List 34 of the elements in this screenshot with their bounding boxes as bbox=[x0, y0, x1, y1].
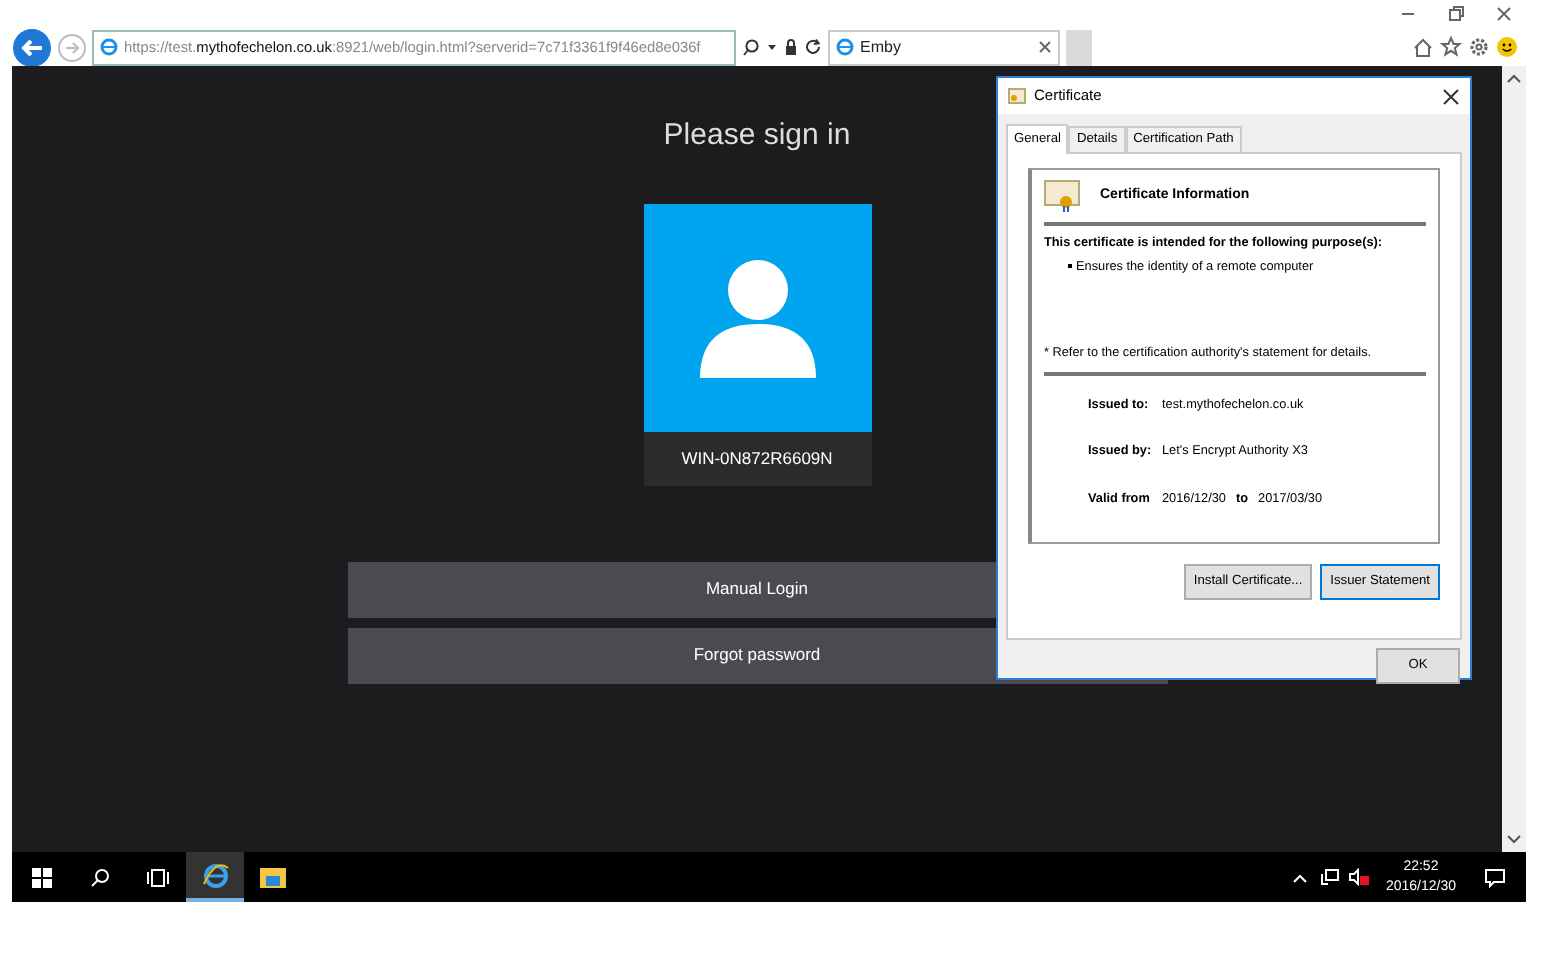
scroll-up-icon[interactable] bbox=[1506, 72, 1522, 84]
folder-icon[interactable] bbox=[260, 866, 286, 888]
home-icon[interactable] bbox=[1412, 36, 1434, 58]
close-icon[interactable] bbox=[1494, 4, 1514, 24]
page-title: Please sign in bbox=[663, 116, 851, 156]
user-silhouette-icon bbox=[699, 257, 815, 377]
chevron-up-icon[interactable] bbox=[1291, 871, 1308, 883]
browser-icon bbox=[836, 38, 854, 56]
certificate-icon bbox=[1008, 88, 1026, 104]
search-icon[interactable] bbox=[742, 38, 760, 56]
star-icon[interactable] bbox=[1440, 36, 1462, 58]
refresh-icon[interactable] bbox=[804, 38, 822, 56]
browser-tab[interactable]: Emby bbox=[828, 29, 1060, 65]
browser-icon bbox=[100, 38, 118, 56]
close-icon[interactable] bbox=[1442, 87, 1460, 105]
browser-icon[interactable] bbox=[201, 861, 229, 889]
lock-icon bbox=[784, 38, 798, 56]
restore-icon[interactable] bbox=[1446, 4, 1466, 24]
settings-icon[interactable] bbox=[1468, 36, 1490, 58]
scroll-down-icon[interactable] bbox=[1506, 834, 1522, 846]
tab-label[interactable]: Emby bbox=[860, 35, 1032, 59]
close-icon[interactable] bbox=[1038, 40, 1052, 54]
user-avatar[interactable] bbox=[643, 203, 871, 431]
search-icon[interactable] bbox=[89, 867, 109, 887]
scrollbar[interactable] bbox=[1502, 66, 1526, 852]
volume-muted-icon[interactable] bbox=[1347, 868, 1370, 886]
network-icon[interactable] bbox=[1319, 868, 1340, 886]
windows-start-icon[interactable] bbox=[31, 867, 51, 887]
smiley-icon[interactable] bbox=[1496, 36, 1518, 58]
user-name: WIN-0N872R6609N bbox=[643, 431, 871, 485]
task-view-icon[interactable] bbox=[145, 867, 169, 887]
back-icon[interactable] bbox=[12, 27, 52, 67]
notifications-icon[interactable] bbox=[1484, 867, 1506, 887]
certificate-icon bbox=[1044, 179, 1080, 212]
